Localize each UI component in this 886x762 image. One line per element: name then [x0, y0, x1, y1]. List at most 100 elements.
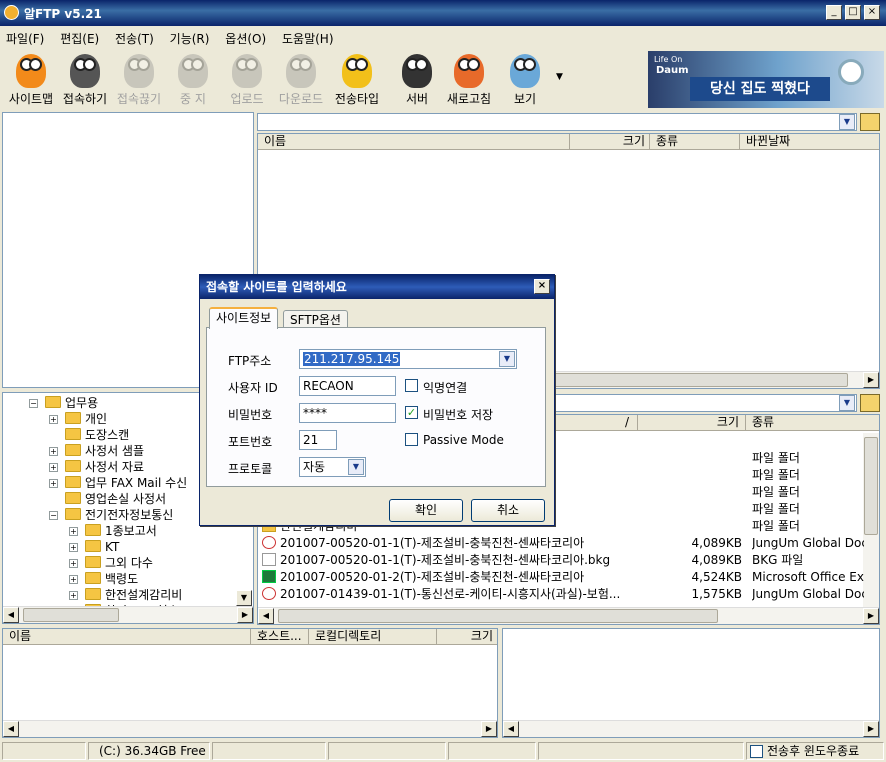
file-row[interactable]: 201007-00520-01-2(T)-제조설비-충북진천-센싸타코리아 4,5…: [258, 569, 864, 586]
expand-icon[interactable]: +: [49, 463, 58, 472]
dialog-close-button[interactable]: ×: [534, 279, 550, 294]
log-scroll-left-icon[interactable]: ◀: [503, 721, 519, 737]
tree-item[interactable]: + 백령도: [69, 571, 138, 587]
minimize-button[interactable]: _: [826, 5, 842, 20]
cancel-button[interactable]: 취소: [471, 499, 545, 522]
tree-item[interactable]: + 사정서 샘플: [49, 443, 144, 459]
remote-col-type[interactable]: 종류: [650, 134, 740, 150]
local-col-size[interactable]: 크기: [638, 415, 746, 431]
file-row[interactable]: 201007-00520-01-1(T)-제조설비-충북진천-센싸타코리아.bk…: [258, 552, 862, 569]
expand-icon[interactable]: +: [69, 559, 78, 568]
window-close-button[interactable]: ×: [864, 5, 880, 20]
tree-item[interactable]: − 업무용: [29, 395, 98, 411]
user-id-input[interactable]: RECAON: [299, 376, 396, 396]
ftp-address-dropdown-icon[interactable]: ▼: [499, 351, 515, 367]
remote-col-date[interactable]: 바뀐날짜: [740, 134, 879, 150]
tree-scroll-down-icon[interactable]: ▼: [236, 590, 252, 606]
tree-item[interactable]: 영업손실 사정서: [65, 491, 166, 507]
file-row[interactable]: 201007-00520-01-1(T)-제조설비-충북진천-센싸타코리아 4,0…: [258, 535, 864, 552]
remote-path-dropdown-icon[interactable]: ▼: [839, 114, 855, 130]
toolbar-more-icon[interactable]: ▼: [556, 72, 563, 82]
ok-button[interactable]: 확인: [389, 499, 463, 522]
tree-item[interactable]: + 사정서 자료: [49, 459, 144, 475]
queue-scroll-left-icon[interactable]: ◀: [3, 721, 19, 737]
toolbar-button-stop[interactable]: 중 지: [166, 50, 220, 108]
tree-scroll-thumb[interactable]: [23, 608, 119, 622]
queue-col-name[interactable]: 이름: [3, 629, 251, 645]
toolbar-button-transfer-type[interactable]: 전송타입: [330, 50, 384, 108]
save-password-checkbox[interactable]: ✓: [405, 406, 418, 419]
port-input[interactable]: 21: [299, 430, 337, 450]
expand-icon[interactable]: +: [69, 591, 78, 600]
tree-item[interactable]: + 한전설계감리비: [69, 587, 182, 603]
local-scroll-right-icon[interactable]: ▶: [863, 608, 879, 624]
toolbar-button-upload[interactable]: 업로드: [220, 50, 274, 108]
scroll-right-icon[interactable]: ▶: [863, 372, 879, 388]
tree-item[interactable]: + 업무 FAX Mail 수신: [49, 475, 187, 491]
expand-icon[interactable]: +: [49, 415, 58, 424]
local-path-dropdown-icon[interactable]: ▼: [839, 395, 855, 411]
tree-item[interactable]: +1종보고서: [69, 523, 157, 539]
remote-parent-folder-button[interactable]: [860, 113, 880, 131]
remote-col-size[interactable]: 크기: [570, 134, 650, 150]
anonymous-checkbox[interactable]: [405, 379, 418, 392]
local-hscroll[interactable]: ◀ ▶: [258, 607, 879, 624]
shutdown-checkbox[interactable]: [750, 745, 763, 758]
expand-icon[interactable]: +: [49, 479, 58, 488]
queue-panel[interactable]: 이름 호스트... 로컬디렉토리 크기 ◀ ▶: [2, 628, 498, 738]
tree-item[interactable]: 도장스캔: [65, 427, 129, 443]
tree-scroll-left-icon[interactable]: ◀: [3, 607, 19, 623]
menu-file[interactable]: 파일(F): [0, 27, 50, 50]
local-vscroll[interactable]: [863, 433, 879, 607]
tree-scroll-right-icon[interactable]: ▶: [237, 607, 253, 623]
expand-icon[interactable]: +: [49, 447, 58, 456]
toolbar-button-disconnect[interactable]: 접속끊기: [112, 50, 166, 108]
log-panel[interactable]: ◀ ▶: [502, 628, 880, 738]
local-scroll-left-icon[interactable]: ◀: [258, 608, 274, 624]
tree-item[interactable]: + 그외 다수: [69, 555, 153, 571]
collapse-icon[interactable]: −: [49, 511, 58, 520]
tree-item[interactable]: − 전기전자정보통신: [49, 507, 173, 523]
toolbar-button-download[interactable]: 다운로드: [274, 50, 328, 108]
expand-icon[interactable]: +: [69, 543, 78, 552]
collapse-icon[interactable]: −: [29, 399, 38, 408]
protocol-dropdown-icon[interactable]: ▼: [348, 459, 364, 475]
menu-edit[interactable]: 편집(E): [54, 27, 105, 50]
tab-site-info[interactable]: 사이트정보: [209, 307, 279, 329]
shutdown-option[interactable]: 전송후 윈도우종료: [746, 742, 884, 760]
toolbar-button-view[interactable]: 보기: [498, 50, 552, 108]
ftp-address-combo[interactable]: 211.217.95.145 ▼: [299, 349, 517, 369]
menu-options[interactable]: 옵션(O): [219, 27, 272, 50]
local-parent-folder-button[interactable]: [860, 394, 880, 412]
ad-banner[interactable]: Life On Daum 당신 집도 찍혔다: [648, 51, 884, 108]
file-row[interactable]: 201007-01439-01-1(T)-통신선로-케이티-시흥지사(과실)-보…: [258, 586, 864, 603]
local-vscroll-thumb[interactable]: [864, 437, 878, 535]
tree-hscroll[interactable]: ◀ ▶: [3, 606, 253, 623]
queue-col-localdir[interactable]: 로컬디렉토리: [309, 629, 437, 645]
queue-scroll-right-icon[interactable]: ▶: [481, 721, 497, 737]
local-col-type[interactable]: 종류: [746, 415, 879, 431]
menu-help[interactable]: 도움말(H): [276, 27, 340, 50]
queue-hscroll[interactable]: ◀ ▶: [3, 720, 497, 737]
menu-transfer[interactable]: 전송(T): [109, 27, 160, 50]
toolbar-button-server[interactable]: 서버: [390, 50, 444, 108]
queue-col-host[interactable]: 호스트...: [251, 629, 309, 645]
log-scroll-right-icon[interactable]: ▶: [863, 721, 879, 737]
protocol-select[interactable]: 자동 ▼: [299, 457, 366, 477]
menu-function[interactable]: 기능(R): [164, 27, 216, 50]
toolbar-button-refresh[interactable]: 새로고침: [442, 50, 496, 108]
maximize-button[interactable]: □: [845, 5, 861, 20]
log-hscroll[interactable]: ◀ ▶: [503, 720, 879, 737]
toolbar-button-sitemap[interactable]: 사이트맵: [4, 50, 58, 108]
password-input[interactable]: ****: [299, 403, 396, 423]
expand-icon[interactable]: +: [69, 527, 78, 536]
remote-col-name[interactable]: 이름: [258, 134, 570, 150]
passive-mode-checkbox[interactable]: [405, 433, 418, 446]
tree-item[interactable]: + 개인: [49, 411, 107, 427]
toolbar-button-connect[interactable]: 접속하기: [58, 50, 112, 108]
local-scroll-thumb[interactable]: [278, 609, 718, 623]
queue-col-size[interactable]: 크기: [437, 629, 497, 645]
expand-icon[interactable]: +: [69, 575, 78, 584]
remote-path-combo[interactable]: ▼: [257, 113, 857, 131]
tree-item[interactable]: + KT: [69, 539, 119, 555]
